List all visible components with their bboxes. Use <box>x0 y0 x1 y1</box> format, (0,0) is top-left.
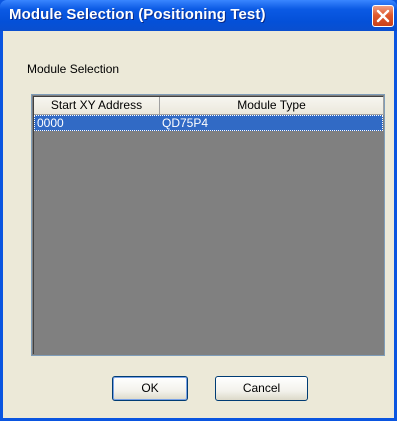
cancel-button[interactable]: Cancel <box>215 376 308 401</box>
ok-button[interactable]: OK <box>112 376 188 401</box>
close-button[interactable] <box>372 5 394 27</box>
dialog-window: Module Selection (Positioning Test) Modu… <box>0 0 397 421</box>
cell-start-xy-address: 0000 <box>37 116 64 130</box>
column-header-module-type[interactable]: Module Type <box>160 97 384 115</box>
list-header: Start XY Address Module Type <box>34 97 384 115</box>
table-row[interactable]: 0000 QD75P4 <box>34 115 383 131</box>
close-icon <box>376 9 390 23</box>
title-bar[interactable]: Module Selection (Positioning Test) <box>0 0 397 31</box>
cell-module-type: QD75P4 <box>162 116 209 130</box>
column-header-start-xy-address[interactable]: Start XY Address <box>34 97 160 115</box>
module-selection-label: Module Selection <box>27 62 120 76</box>
module-list-viewport: Start XY Address Module Type 0000 QD75P4 <box>33 96 384 354</box>
module-list[interactable]: Start XY Address Module Type 0000 QD75P4 <box>31 94 385 356</box>
window-title: Module Selection (Positioning Test) <box>9 6 266 23</box>
